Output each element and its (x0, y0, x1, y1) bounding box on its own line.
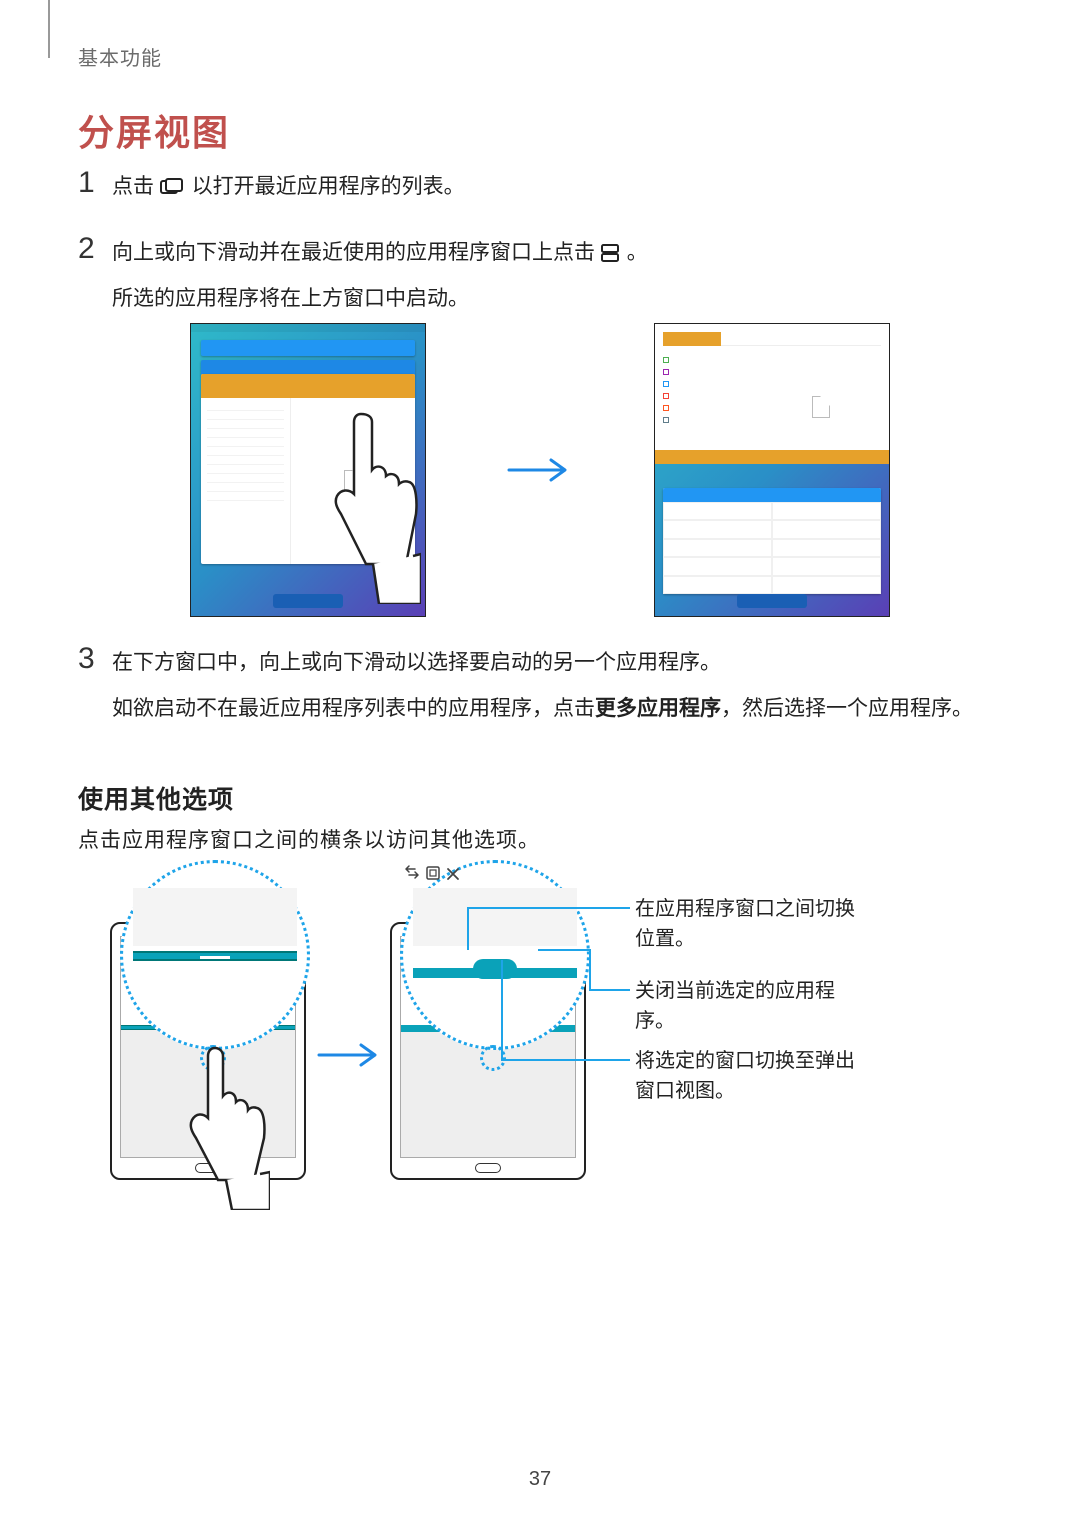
step3-line2-bold: 更多应用程序 (595, 697, 721, 720)
step1-text-pre: 点击 (112, 175, 160, 198)
callout-swap: 在应用程序窗口之间切换位置。 (635, 894, 855, 954)
page-number: 37 (0, 1468, 1080, 1491)
step2-line2: 所选的应用程序将在上方窗口中启动。 (112, 280, 1002, 318)
hand-pointer-icon (321, 404, 421, 604)
callout-close: 关闭当前选定的应用程序。 (635, 976, 855, 1036)
page-title: 分屏视图 (78, 104, 230, 156)
step-3: 3 在下方窗口中，向上或向下滑动以选择要启动的另一个应用程序。 如欲启动不在最近… (78, 644, 1002, 756)
step1-text-post: 以打开最近应用程序的列表。 (192, 175, 465, 198)
step-1: 1 点击 以打开最近应用程序的列表。 (78, 168, 1002, 206)
recent-apps-icon (160, 175, 192, 198)
screenshot-split-view (654, 323, 890, 617)
step2-text-pre: 向上或向下滑动并在最近使用的应用程序窗口上点击 (112, 241, 601, 264)
step3-line2-post: ，然后选择一个应用程序。 (721, 697, 973, 720)
figure-split-bar-options: 在应用程序窗口之间切换位置。 关闭当前选定的应用程序。 将选定的窗口切换至弹出窗… (90, 870, 990, 1200)
sub-paragraph: 点击应用程序窗口之间的横条以访问其他选项。 (78, 824, 540, 854)
figure-recent-to-split (190, 318, 890, 622)
callout-leaders (90, 870, 990, 1200)
screenshot-recent-apps (190, 323, 426, 617)
breadcrumb: 基本功能 (78, 42, 162, 71)
step-number: 2 (78, 234, 112, 318)
arrow-right-icon (505, 455, 575, 485)
subheading: 使用其他选项 (78, 780, 234, 816)
step3-line2-pre: 如欲启动不在最近应用程序列表中的应用程序，点击 (112, 697, 595, 720)
page-margin-rule (48, 0, 50, 58)
step-number: 1 (78, 168, 112, 206)
split-view-icon (601, 241, 627, 264)
step-2: 2 向上或向下滑动并在最近使用的应用程序窗口上点击 。 所选的应用程序将在上方窗… (78, 234, 1002, 318)
step2-text-post: 。 (627, 241, 648, 264)
step-number: 3 (78, 644, 112, 728)
callout-popup: 将选定的窗口切换至弹出窗口视图。 (635, 1046, 855, 1106)
step3-line1: 在下方窗口中，向上或向下滑动以选择要启动的另一个应用程序。 (112, 644, 1002, 682)
